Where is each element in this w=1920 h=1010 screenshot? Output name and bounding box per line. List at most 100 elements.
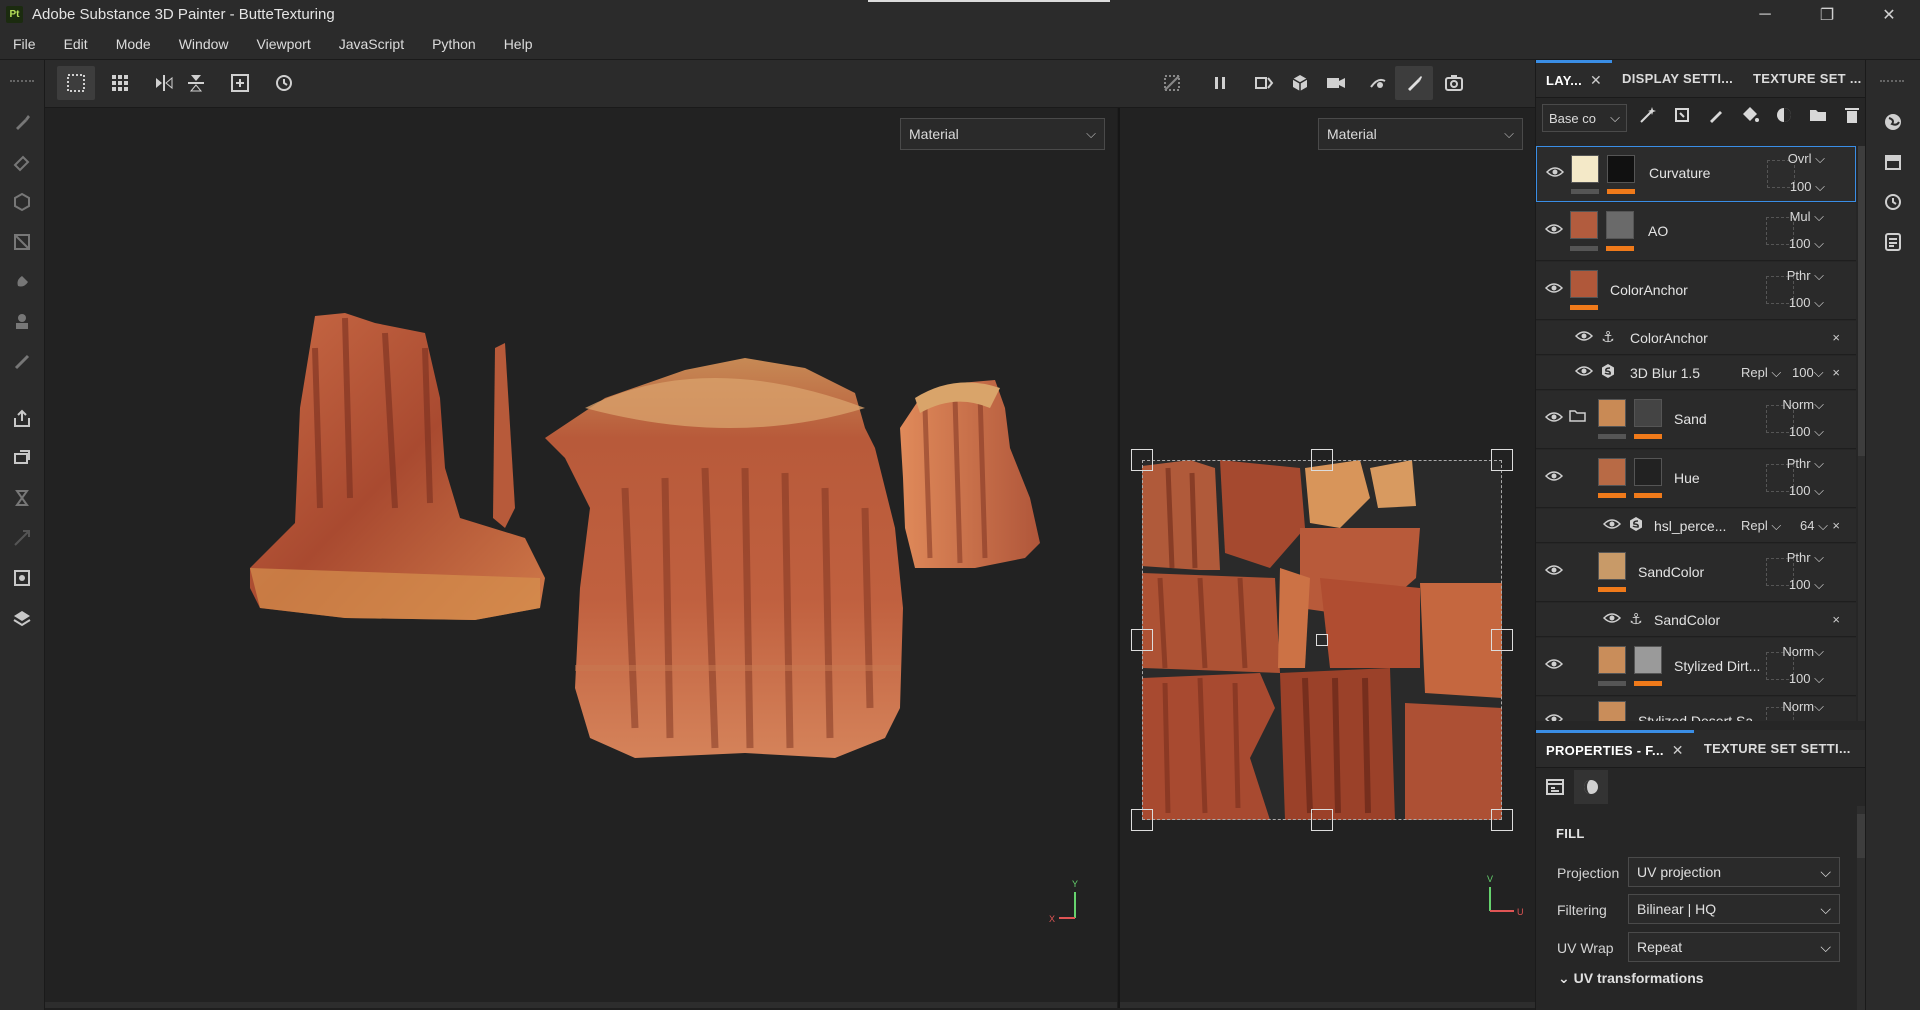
effect-opacity[interactable]: 100⌵ — [1792, 365, 1824, 381]
tab-layers[interactable]: LAY... ✕ — [1536, 59, 1613, 98]
visibility-eye-icon[interactable] — [1544, 280, 1564, 300]
toolbar-grip[interactable] — [10, 80, 34, 82]
uv-handle-right[interactable] — [1491, 629, 1513, 651]
visibility-eye-icon[interactable] — [1602, 610, 1622, 630]
color-picker-icon[interactable] — [11, 352, 33, 374]
uv-wrap-select[interactable]: Repeat ⌵ — [1628, 932, 1840, 962]
environment-light-icon[interactable] — [1359, 66, 1397, 100]
add-folder-icon[interactable] — [1805, 105, 1831, 131]
blend-mode[interactable]: Mul ⌵ — [1776, 209, 1824, 225]
uv-handle-top-left[interactable] — [1131, 449, 1153, 471]
opacity-value[interactable]: 100 ⌵ — [1776, 236, 1824, 252]
hide-selection-icon[interactable] — [1153, 66, 1191, 100]
material-properties-icon[interactable] — [1574, 770, 1608, 804]
visibility-eye-icon[interactable] — [1544, 221, 1564, 241]
opacity-value[interactable]: 100 ⌵ — [1776, 577, 1824, 593]
dock-grip[interactable] — [1880, 80, 1904, 82]
blend-mode[interactable]: Norm⌵ — [1776, 644, 1824, 660]
tab-display-settings[interactable]: DISPLAY SETTI... — [1612, 60, 1743, 98]
clone-stamp-icon[interactable] — [11, 312, 33, 334]
paint-mode-icon[interactable] — [1395, 66, 1433, 100]
visibility-eye-icon[interactable] — [1574, 363, 1594, 383]
close-button[interactable]: ✕ — [1858, 0, 1920, 29]
shader-preview-icon[interactable] — [11, 568, 33, 590]
restore-button[interactable]: ❐ — [1796, 0, 1858, 29]
remove-effect-icon[interactable]: × — [1832, 330, 1840, 345]
layer-row-hue[interactable]: Hue Pthr ⌵ 100 ⌵ — [1536, 450, 1856, 508]
viewport-2d[interactable]: Material ⌵ V U — [1118, 108, 1535, 1008]
export-icon[interactable] — [11, 408, 33, 430]
projection-select[interactable]: UV projection ⌵ — [1628, 857, 1840, 887]
menu-python[interactable]: Python — [418, 36, 490, 52]
visibility-eye-icon[interactable] — [1544, 562, 1564, 582]
remove-effect-icon[interactable]: × — [1832, 518, 1840, 533]
delete-icon[interactable] — [1839, 105, 1865, 131]
remove-effect-icon[interactable]: × — [1832, 365, 1840, 380]
hourglass-icon[interactable] — [11, 488, 33, 510]
menu-viewport[interactable]: Viewport — [243, 36, 325, 52]
eraser-icon[interactable] — [11, 152, 33, 174]
menu-edit[interactable]: Edit — [50, 36, 102, 52]
blend-mode[interactable]: Pthr ⌵ — [1776, 268, 1824, 284]
layer-row-ao[interactable]: AO Mul ⌵ 100 ⌵ — [1536, 203, 1856, 261]
effect-blend-mode[interactable]: Repl ⌵ — [1741, 365, 1781, 381]
viewport-3d[interactable]: Material ⌵ Y X — [45, 108, 1117, 1008]
opacity-value[interactable]: 100 ⌵ — [1776, 424, 1824, 440]
remove-effect-icon[interactable]: × — [1832, 612, 1840, 627]
visibility-eye-icon[interactable] — [1544, 656, 1564, 676]
split-view-icon[interactable] — [1245, 66, 1283, 100]
smudge-icon[interactable] — [11, 272, 33, 294]
opacity-value[interactable]: 100 ⌵ — [1776, 295, 1824, 311]
visibility-eye-icon[interactable] — [1545, 164, 1565, 184]
menu-file[interactable]: File — [0, 36, 50, 52]
layer-row-stylized-desert[interactable]: Stylized Desert Sa... Norm⌵ — [1536, 697, 1856, 721]
add-mask-icon[interactable] — [1771, 105, 1797, 131]
uv-handle-left[interactable] — [1131, 629, 1153, 651]
visibility-eye-icon[interactable] — [1544, 468, 1564, 488]
shelf-globe-icon[interactable] — [1881, 112, 1905, 136]
uv-handle-bottom-right[interactable] — [1491, 809, 1513, 831]
layer-row-coloranchor[interactable]: ColorAnchor Pthr ⌵ 100 ⌵ — [1536, 262, 1856, 320]
projection-icon[interactable] — [11, 192, 33, 214]
layer-row-stylized-dirt[interactable]: Stylized Dirt... Norm⌵ 100 ⌵ — [1536, 638, 1856, 696]
reset-camera-icon[interactable] — [265, 66, 303, 100]
layout-single-icon[interactable] — [57, 66, 95, 100]
archive-icon[interactable] — [1881, 152, 1905, 176]
visibility-eye-icon[interactable] — [1544, 711, 1564, 721]
visibility-eye-icon[interactable] — [1544, 409, 1564, 429]
blend-mode[interactable]: Norm⌵ — [1776, 699, 1824, 715]
blend-mode[interactable]: Pthr ⌵ — [1776, 456, 1824, 472]
uv-handle-bottom-left[interactable] — [1131, 809, 1153, 831]
close-icon[interactable]: ✕ — [1672, 742, 1684, 759]
uv-handle-center[interactable] — [1316, 634, 1328, 646]
cube-view-icon[interactable] — [1281, 66, 1319, 100]
blend-mode[interactable]: Norm⌵ — [1776, 397, 1824, 413]
layer-row-curvature[interactable]: Curvature Ovrl ⌵ 100 ⌵ — [1536, 146, 1856, 202]
menu-mode[interactable]: Mode — [102, 36, 165, 52]
resize-icon[interactable] — [11, 528, 33, 550]
menu-window[interactable]: Window — [165, 36, 243, 52]
bake-icon[interactable] — [11, 448, 33, 470]
opacity-value[interactable]: 100 ⌵ — [1776, 671, 1824, 687]
history-icon[interactable] — [1881, 192, 1905, 216]
blend-mode[interactable]: Pthr ⌵ — [1776, 550, 1824, 566]
layer-row-sandcolor[interactable]: SandColor Pthr ⌵ 100 ⌵ — [1536, 544, 1856, 602]
fill-properties-icon[interactable] — [1538, 770, 1572, 804]
add-paint-layer-icon[interactable] — [1703, 105, 1729, 131]
menu-help[interactable]: Help — [490, 36, 547, 52]
camera-icon[interactable] — [1317, 66, 1355, 100]
effect-opacity[interactable]: 64 ⌵ — [1800, 518, 1828, 534]
uv-handle-bottom[interactable] — [1311, 809, 1333, 831]
tab-properties[interactable]: PROPERTIES - F... ✕ — [1536, 729, 1694, 768]
menu-javascript[interactable]: JavaScript — [325, 36, 418, 52]
minimize-button[interactable]: ─ — [1734, 0, 1796, 29]
opacity-value[interactable]: 100 ⌵ — [1776, 483, 1824, 499]
opacity-value[interactable]: 100 ⌵ — [1777, 179, 1825, 195]
effect-row-blur[interactable]: 3D Blur 1.5 Repl ⌵ 100⌵ × — [1536, 356, 1856, 390]
close-icon[interactable]: ✕ — [1590, 72, 1602, 89]
paint-brush-icon[interactable] — [11, 112, 33, 134]
polygon-fill-icon[interactable] — [11, 232, 33, 254]
uv-handle-top-right[interactable] — [1491, 449, 1513, 471]
screenshot-camera-icon[interactable] — [1435, 66, 1473, 100]
layout-grid-icon[interactable] — [101, 66, 139, 100]
